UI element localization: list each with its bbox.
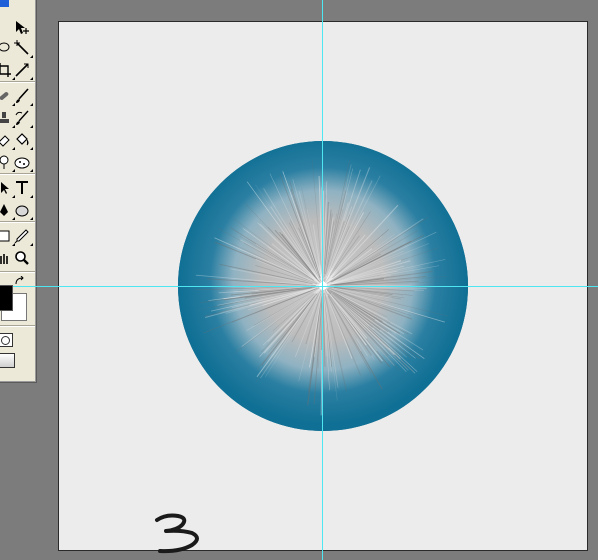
photoshop-workspace: 3 (0, 0, 598, 560)
brush-tool[interactable] (13, 87, 33, 106)
slice-icon (14, 62, 30, 78)
magnifier-icon (14, 250, 30, 266)
eraser-tool[interactable] (0, 131, 15, 150)
horizontal-guide-line[interactable] (0, 286, 598, 287)
step-number-label: 3 (152, 512, 212, 560)
history-brush-icon (14, 110, 30, 126)
eyedropper-icon (14, 228, 30, 244)
pen-icon (0, 203, 11, 217)
path-selection-icon (0, 181, 11, 195)
toolbox-panel (0, 0, 36, 382)
lasso-tool[interactable] (0, 39, 13, 57)
move-icon (14, 20, 30, 36)
lasso-icon (0, 41, 11, 55)
stamp-icon (0, 111, 11, 125)
ellipse-tool[interactable] (13, 201, 33, 220)
path-selection-tool[interactable] (0, 179, 15, 198)
type-icon (14, 180, 30, 196)
eraser-icon (0, 133, 11, 147)
paint-bucket-icon (14, 132, 30, 148)
bandage-icon (0, 89, 11, 103)
magic-wand-icon (14, 40, 30, 56)
ellipse-icon (14, 202, 30, 218)
quick-mask-icon (0, 335, 10, 345)
screen-mode-button[interactable] (0, 353, 15, 368)
slice-tool[interactable] (13, 61, 33, 80)
dodge-icon (0, 155, 11, 169)
brush-icon (14, 88, 30, 104)
eyedropper-tool[interactable] (13, 227, 33, 246)
healing-brush-tool[interactable] (0, 87, 15, 106)
type-tool[interactable] (13, 179, 33, 198)
toolbox-title-bar[interactable] (0, 0, 9, 7)
quick-mask-button[interactable] (0, 333, 13, 347)
sponge-icon (13, 154, 31, 170)
history-brush-tool[interactable] (13, 109, 33, 128)
zoom-tool[interactable] (13, 249, 31, 267)
swap-arrows-icon (14, 276, 26, 286)
dodge-tool[interactable] (0, 153, 15, 172)
sponge-tool[interactable] (13, 153, 33, 172)
move-tool[interactable] (13, 19, 31, 37)
hand-icon (0, 251, 11, 265)
crop-icon (0, 63, 11, 77)
notes-icon (0, 229, 11, 243)
crop-tool[interactable] (0, 61, 15, 80)
paint-bucket-tool[interactable] (13, 131, 33, 150)
pen-tool[interactable] (0, 201, 15, 220)
foreground-color-swatch[interactable] (0, 285, 13, 311)
clone-stamp-tool[interactable] (0, 109, 15, 128)
magic-wand-tool[interactable] (13, 39, 33, 58)
notes-tool[interactable] (0, 227, 15, 246)
hand-tool[interactable] (0, 249, 13, 267)
vertical-guide-line[interactable] (322, 0, 323, 560)
